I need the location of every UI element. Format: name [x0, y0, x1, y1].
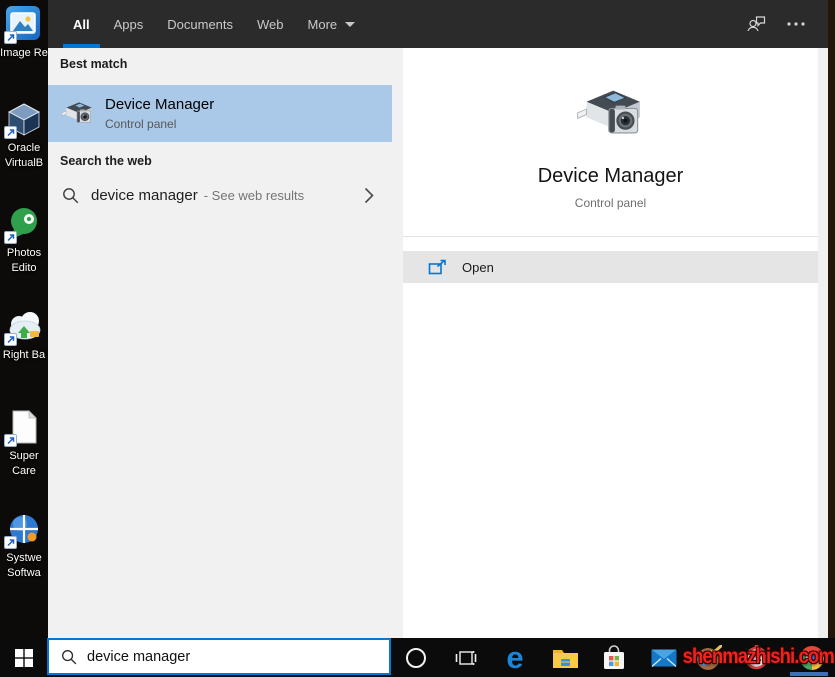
feedback-button[interactable] — [742, 10, 770, 38]
result-title: Device Manager — [105, 96, 215, 113]
desktop-icon-virtualbox[interactable]: Oracle VirtualB — [0, 101, 48, 171]
shortcut-arrow-icon — [4, 31, 17, 44]
mail-button[interactable] — [648, 638, 680, 677]
desktop-icon-label: Image Re — [0, 47, 48, 59]
shortcut-arrow-icon — [4, 434, 17, 447]
desktop-icon-label: Right Ba — [2, 349, 46, 361]
mail-icon — [651, 649, 677, 667]
chevron-down-icon — [345, 21, 356, 27]
desktop-icon-photos-editor[interactable]: Photos Edito — [0, 206, 48, 276]
start-button[interactable] — [0, 638, 47, 677]
open-label: Open — [462, 259, 494, 275]
search-tabs: All Apps Documents Web More — [63, 0, 365, 48]
preview-panel: Device Manager Control panel Open — [403, 48, 828, 638]
cortana-icon — [406, 647, 426, 668]
web-annotation-text: - See web results — [203, 188, 305, 203]
device-manager-icon — [61, 102, 93, 123]
search-header: All Apps Documents Web More — [48, 0, 828, 48]
taskbar-highlight-strip — [790, 672, 828, 676]
ellipsis-icon — [787, 22, 805, 26]
feedback-icon — [747, 16, 766, 32]
taskbar: e — [0, 638, 835, 677]
search-icon — [63, 188, 79, 204]
web-query-text: device manager — [91, 187, 198, 204]
desktop-background-edge — [828, 0, 835, 638]
preview-title: Device Manager — [537, 165, 684, 187]
chevron-right-icon — [364, 187, 374, 204]
web-search-result[interactable]: device manager - See web results — [48, 178, 403, 213]
edge-icon: e — [506, 640, 524, 675]
cortana-button[interactable] — [400, 638, 432, 677]
preview-panel-background: Device Manager Control panel Open — [403, 48, 818, 638]
tab-apps-label: Apps — [113, 16, 144, 32]
device-manager-icon-large — [576, 90, 640, 134]
tab-documents-label: Documents — [167, 16, 234, 32]
preview-card: Device Manager Control panel — [403, 48, 818, 237]
best-match-result[interactable]: Device Manager Control panel — [48, 85, 392, 142]
desktop-icon-label: Systwe Softwa — [6, 552, 42, 579]
more-options-button[interactable] — [782, 10, 810, 38]
desktop-icon-super-care[interactable]: Super Care — [0, 409, 48, 479]
desktop-icon-systweak[interactable]: Systwe Softwa — [0, 511, 48, 581]
tab-web[interactable]: Web — [247, 0, 294, 48]
tab-web-label: Web — [257, 16, 284, 32]
tab-more-label: More — [307, 16, 338, 32]
microsoft-store-icon — [604, 644, 624, 669]
shortcut-arrow-icon — [4, 333, 17, 346]
results-panel: Best match Device Manager Control panel … — [48, 48, 403, 638]
task-view-button[interactable] — [450, 638, 482, 677]
search-icon — [62, 649, 77, 664]
best-match-heading: Best match — [60, 57, 128, 71]
search-web-heading: Search the web — [60, 154, 152, 168]
desktop-icon-right-backup[interactable]: Right Ba — [0, 308, 48, 363]
store-button[interactable] — [598, 638, 630, 677]
tab-more[interactable]: More — [298, 0, 366, 48]
windows-logo-icon — [14, 648, 33, 667]
result-subtitle: Control panel — [105, 117, 177, 131]
tab-all[interactable]: All — [63, 0, 100, 48]
desktop-icon-label: Oracle VirtualB — [4, 142, 44, 169]
tab-documents[interactable]: Documents — [157, 0, 243, 48]
file-explorer-icon — [552, 649, 578, 668]
tab-all-label: All — [73, 16, 90, 32]
taskbar-search-box[interactable] — [47, 638, 391, 675]
shortcut-arrow-icon — [4, 231, 17, 244]
desktop-icon-label: Photos Edito — [6, 247, 42, 274]
tab-apps[interactable]: Apps — [104, 0, 154, 48]
shortcut-arrow-icon — [4, 536, 17, 549]
preview-subtitle: Control panel — [574, 196, 647, 210]
file-explorer-button[interactable] — [549, 638, 581, 677]
shortcut-arrow-icon — [4, 126, 17, 139]
open-action[interactable]: Open — [403, 251, 818, 283]
task-view-icon — [455, 650, 477, 665]
edge-button[interactable]: e — [499, 638, 531, 677]
desktop-icon-image-resizer[interactable]: Image Re — [0, 5, 48, 61]
open-external-icon — [428, 259, 446, 274]
search-input[interactable] — [87, 648, 357, 665]
watermark-text: shenmazhishi.com — [682, 645, 835, 668]
desktop-icon-label: Super Care — [9, 450, 39, 477]
